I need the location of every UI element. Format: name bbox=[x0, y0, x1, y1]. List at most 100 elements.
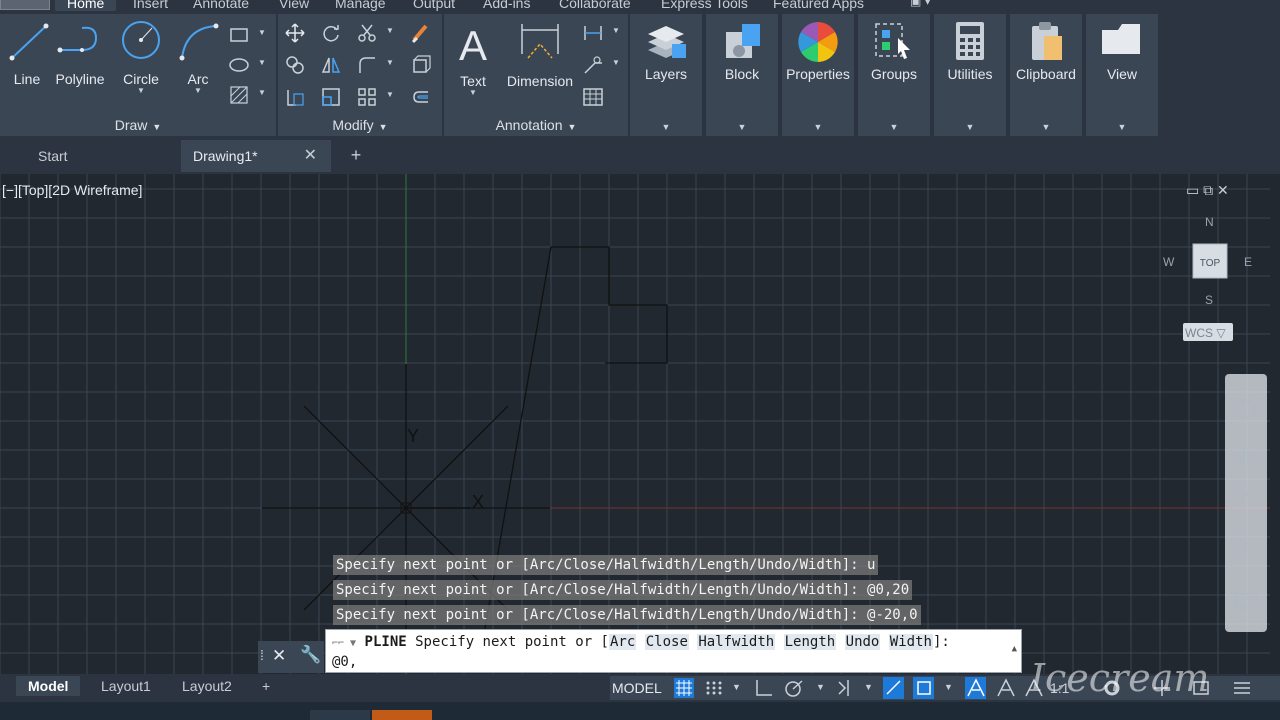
block-dropdown-caret[interactable]: ▼ bbox=[706, 122, 778, 132]
taskbar-app-icon[interactable] bbox=[310, 710, 370, 720]
trim-icon[interactable] bbox=[356, 22, 378, 44]
array-icon[interactable] bbox=[356, 86, 378, 108]
layers-dropdown-caret[interactable]: ▼ bbox=[630, 122, 702, 132]
auto-scale-icon[interactable] bbox=[994, 676, 1016, 700]
view-dropdown-caret[interactable]: ▼ bbox=[1086, 122, 1158, 132]
option-arc[interactable]: Arc bbox=[609, 634, 637, 650]
hatch-icon[interactable] bbox=[228, 84, 250, 106]
option-halfwidth[interactable]: Halfwidth bbox=[697, 634, 776, 650]
application-menu-button[interactable] bbox=[0, 0, 50, 10]
leader-dropdown-caret[interactable]: ▼ bbox=[612, 58, 620, 67]
modify-panel-title[interactable]: Modify ▼ bbox=[278, 117, 442, 133]
rectangle-icon[interactable] bbox=[228, 24, 250, 46]
ellipse-dropdown-caret[interactable]: ▼ bbox=[258, 58, 266, 67]
clipboard-panel[interactable]: Clipboard ▼ bbox=[1010, 14, 1082, 136]
rectangle-dropdown-caret[interactable]: ▼ bbox=[258, 28, 266, 37]
array-dropdown-caret[interactable]: ▼ bbox=[386, 90, 394, 99]
taskbar-autocad-icon[interactable] bbox=[372, 710, 432, 720]
ellipse-icon[interactable] bbox=[228, 54, 250, 76]
close-tab-icon[interactable]: ✕ bbox=[304, 140, 317, 172]
fillet-icon[interactable] bbox=[356, 54, 378, 76]
customize-wrench-icon[interactable]: 🔧 bbox=[300, 645, 321, 665]
viewcube[interactable]: N W E S TOP WCS ▽ bbox=[1163, 215, 1252, 341]
dimension-tool-button[interactable]: Dimension bbox=[502, 18, 578, 89]
layout-tab-layout1[interactable]: Layout1 bbox=[101, 678, 151, 694]
tab-featured-apps[interactable]: Featured Apps bbox=[773, 0, 864, 11]
tab-start[interactable]: Start bbox=[26, 140, 176, 172]
close-command-icon[interactable]: ✕ bbox=[272, 646, 286, 666]
scale-icon[interactable] bbox=[320, 86, 342, 108]
tab-view[interactable]: View bbox=[279, 0, 309, 11]
object-snap-icon[interactable] bbox=[912, 676, 934, 700]
table-icon[interactable] bbox=[582, 86, 604, 108]
view-panel[interactable]: View ▼ bbox=[1086, 14, 1158, 136]
viewport-label[interactable]: [−][Top][2D Wireframe] bbox=[2, 182, 142, 198]
tab-drawing1[interactable]: Drawing1* ✕ bbox=[181, 140, 331, 172]
layout-tab-layout2[interactable]: Layout2 bbox=[182, 678, 232, 694]
polar-dropdown-caret[interactable]: ▼ bbox=[816, 682, 825, 692]
object-snap-dropdown-caret[interactable]: ▼ bbox=[944, 682, 953, 692]
groups-dropdown-caret[interactable]: ▼ bbox=[858, 122, 930, 132]
tab-home[interactable]: Home bbox=[55, 0, 117, 11]
draw-panel-title[interactable]: Draw ▼ bbox=[0, 117, 276, 133]
clipboard-dropdown-caret[interactable]: ▼ bbox=[1010, 122, 1082, 132]
recent-commands-icon[interactable]: ⌐⌐ ▼ bbox=[332, 638, 356, 649]
snap-dropdown-caret[interactable]: ▼ bbox=[732, 682, 741, 692]
arc-tool-button[interactable]: Arc ▼ bbox=[172, 18, 224, 95]
ortho-icon[interactable] bbox=[752, 676, 774, 700]
isodraft-dropdown-caret[interactable]: ▼ bbox=[864, 682, 873, 692]
tab-output[interactable]: Output bbox=[413, 0, 455, 11]
add-layout-button[interactable]: + bbox=[262, 678, 270, 694]
tab-insert[interactable]: Insert bbox=[133, 0, 168, 11]
grid-toggle-icon[interactable] bbox=[672, 676, 694, 700]
fillet-dropdown-caret[interactable]: ▼ bbox=[386, 58, 394, 67]
model-space-button[interactable]: MODEL bbox=[612, 680, 662, 696]
stretch-icon[interactable] bbox=[284, 86, 306, 108]
utilities-panel[interactable]: Utilities ▼ bbox=[934, 14, 1006, 136]
arc-dropdown-caret[interactable]: ▼ bbox=[172, 87, 224, 95]
rotate-icon[interactable] bbox=[320, 22, 342, 44]
command-history-toggle-icon[interactable]: ▲ bbox=[1012, 644, 1017, 654]
offset-icon[interactable] bbox=[410, 86, 432, 108]
vertical-scrollbar[interactable] bbox=[1270, 174, 1280, 674]
leader-icon[interactable] bbox=[582, 54, 604, 76]
hatch-dropdown-caret[interactable]: ▼ bbox=[258, 88, 266, 97]
snap-mode-icon[interactable] bbox=[702, 676, 724, 700]
mirror-icon[interactable] bbox=[320, 54, 342, 76]
groups-panel[interactable]: Groups ▼ bbox=[858, 14, 930, 136]
annotation-panel-title[interactable]: Annotation ▼ bbox=[444, 117, 628, 133]
command-input[interactable]: ⌐⌐ ▼ PLINE Specify next point or [Arc Cl… bbox=[325, 629, 1022, 673]
option-close[interactable]: Close bbox=[644, 634, 689, 650]
block-panel[interactable]: Block ▼ bbox=[706, 14, 778, 136]
polyline-tool-button[interactable]: Polyline bbox=[52, 18, 108, 87]
erase-icon[interactable] bbox=[410, 22, 432, 44]
linear-dropdown-caret[interactable]: ▼ bbox=[612, 26, 620, 35]
tab-annotate[interactable]: Annotate bbox=[193, 0, 249, 11]
customization-menu-icon[interactable] bbox=[1230, 676, 1252, 700]
tab-collaborate[interactable]: Collaborate bbox=[559, 0, 631, 11]
utilities-dropdown-caret[interactable]: ▼ bbox=[934, 122, 1006, 132]
object-snap-tracking-icon[interactable] bbox=[882, 676, 904, 700]
layout-tab-model[interactable]: Model bbox=[16, 676, 81, 696]
line-tool-button[interactable]: Line bbox=[2, 18, 52, 87]
drag-handle-icon[interactable]: ⁞ bbox=[260, 647, 264, 663]
polar-tracking-icon[interactable] bbox=[782, 676, 804, 700]
option-width[interactable]: Width bbox=[888, 634, 933, 650]
workspace-icon[interactable]: ▣ ▾ bbox=[910, 0, 940, 8]
option-length[interactable]: Length bbox=[783, 634, 837, 650]
properties-dropdown-caret[interactable]: ▼ bbox=[782, 122, 854, 132]
option-undo[interactable]: Undo bbox=[844, 634, 881, 650]
new-tab-button[interactable]: + bbox=[346, 144, 366, 166]
tab-manage[interactable]: Manage bbox=[335, 0, 386, 11]
text-tool-button[interactable]: A Text ▼ bbox=[450, 18, 496, 97]
properties-panel[interactable]: Properties ▼ bbox=[782, 14, 854, 136]
isodraft-icon[interactable] bbox=[834, 676, 856, 700]
move-icon[interactable] bbox=[284, 22, 306, 44]
layers-panel[interactable]: Layers ▼ bbox=[630, 14, 702, 136]
circle-dropdown-caret[interactable]: ▼ bbox=[112, 87, 170, 95]
tab-express-tools[interactable]: Express Tools bbox=[661, 0, 748, 11]
viewport-window-controls[interactable]: ▭ ⧉ ✕ bbox=[1186, 182, 1256, 200]
text-dropdown-caret[interactable]: ▼ bbox=[450, 89, 496, 97]
annotation-visibility-icon[interactable] bbox=[964, 676, 986, 700]
array-box-icon[interactable] bbox=[410, 54, 432, 76]
